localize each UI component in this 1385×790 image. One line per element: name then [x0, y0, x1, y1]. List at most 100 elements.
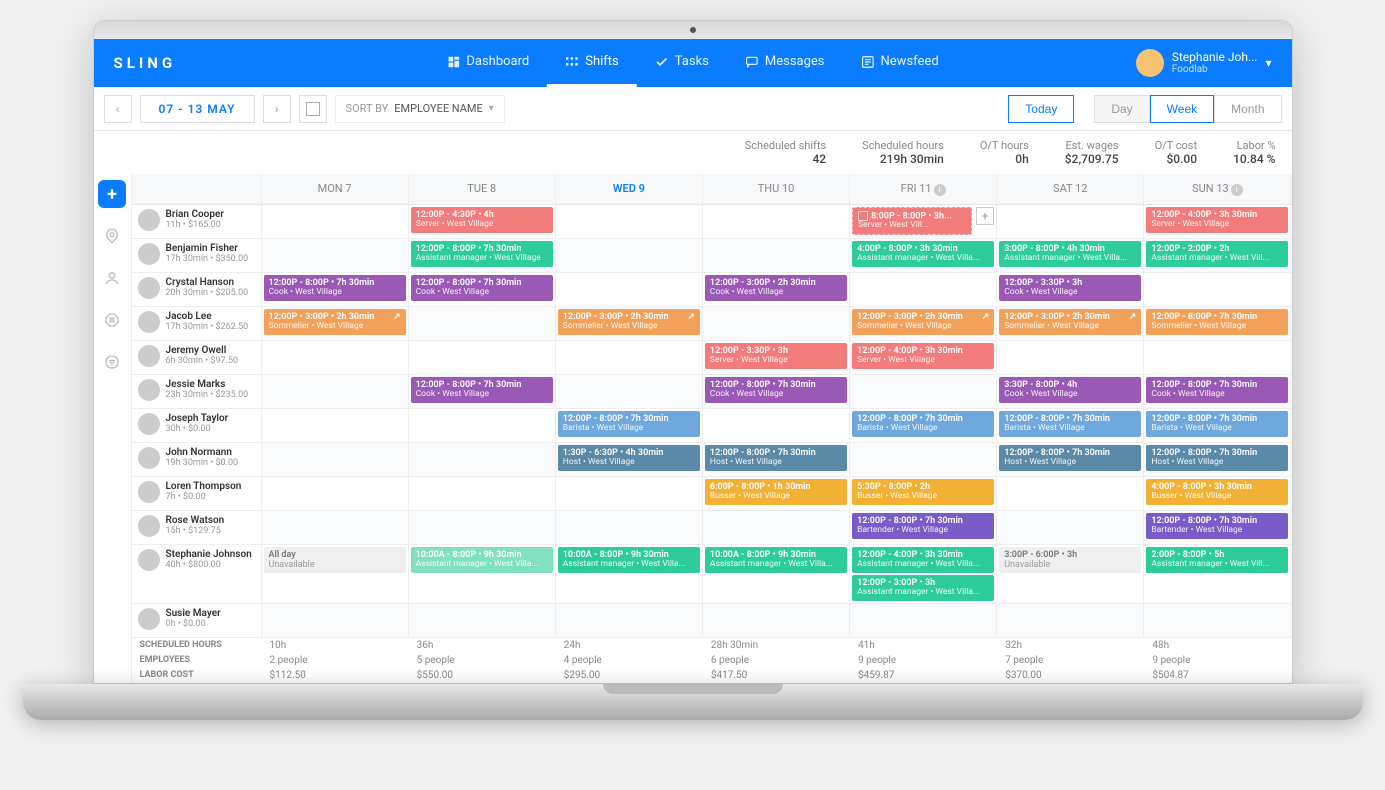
- shift-block[interactable]: 12:00P - 8:00P • 7h 30minCook • West Vil…: [1146, 377, 1288, 403]
- day-cell[interactable]: [556, 477, 703, 510]
- employee-cell[interactable]: John Normann19h 30min • $0.00: [132, 443, 262, 476]
- day-cell[interactable]: [262, 477, 409, 510]
- day-cell[interactable]: [556, 341, 703, 374]
- info-icon[interactable]: i: [934, 184, 946, 196]
- shift-block[interactable]: 12:00P - 8:00P • 7h 30minBarista • West …: [999, 411, 1141, 437]
- shift-block[interactable]: 12:00P - 8:00P • 7h 30minCook • West Vil…: [264, 275, 406, 301]
- shift-block[interactable]: 12:00P - 8:00P • 7h 30minCook • West Vil…: [705, 377, 847, 403]
- employee-cell[interactable]: Joseph Taylor30h • $0.00: [132, 409, 262, 442]
- shift-block[interactable]: 4:00P - 8:00P • 3h 30minAssistant manage…: [852, 241, 994, 267]
- day-cell[interactable]: [556, 604, 703, 637]
- shift-block[interactable]: 12:00P - 3:00P • 3hAssistant manager • W…: [852, 575, 994, 601]
- day-cell[interactable]: 12:00P - 4:00P • 3h 30minAssistant manag…: [850, 545, 997, 603]
- day-cell[interactable]: [262, 205, 409, 238]
- day-cell[interactable]: 5:30P - 8:00P • 2hBusser • West Village: [850, 477, 997, 510]
- shift-block[interactable]: 10:00A - 8:00P • 9h 30minAssistant manag…: [411, 547, 553, 573]
- day-cell[interactable]: 12:00P - 8:00P • 7h 30minCook • West Vil…: [1144, 375, 1291, 408]
- day-cell[interactable]: 6:00P - 8:00P • 1h 30minBusser • West Vi…: [703, 477, 850, 510]
- day-cell[interactable]: 10:00A - 8:00P • 9h 30minAssistant manag…: [703, 545, 850, 603]
- location-icon[interactable]: [98, 222, 126, 250]
- day-cell[interactable]: 3:30P - 8:00P • 4hCook • West Village: [997, 375, 1144, 408]
- day-cell[interactable]: 12:00P - 3:00P • 2h 30min ↗Sommelier • W…: [850, 307, 997, 340]
- day-cell[interactable]: 12:00P - 3:30P • 3hServer • West Village: [703, 341, 850, 374]
- day-cell[interactable]: 12:00P - 8:00P • 7h 30minCook • West Vil…: [703, 375, 850, 408]
- shift-block[interactable]: 12:00P - 2:00P • 2hAssistant manager • W…: [1146, 241, 1288, 267]
- day-cell[interactable]: 12:00P - 8:00P • 7h 30minSommelier • Wes…: [1144, 307, 1291, 340]
- employee-cell[interactable]: Benjamin Fisher17h 30min • $350.00: [132, 239, 262, 272]
- shift-block[interactable]: 12:00P - 8:00P • 7h 30minBarista • West …: [558, 411, 700, 437]
- shift-block[interactable]: 12:00P - 3:30P • 3hCook • West Village: [999, 275, 1141, 301]
- prev-week-button[interactable]: ‹: [104, 95, 132, 123]
- day-cell[interactable]: [850, 443, 997, 476]
- day-cell[interactable]: [703, 307, 850, 340]
- day-cell[interactable]: 12:00P - 8:00P • 7h 30minBarista • West …: [1144, 409, 1291, 442]
- day-cell[interactable]: [997, 205, 1144, 238]
- shift-block[interactable]: 12:00P - 8:00P • 7h 30minSommelier • Wes…: [1146, 309, 1288, 335]
- day-cell[interactable]: 12:00P - 3:00P • 2h 30min ↗Sommelier • W…: [556, 307, 703, 340]
- day-cell[interactable]: [262, 341, 409, 374]
- day-cell[interactable]: 1:30P - 6:30P • 4h 30minHost • West Vill…: [556, 443, 703, 476]
- day-cell[interactable]: 12:00P - 8:00P • 7h 30minCook • West Vil…: [409, 273, 556, 306]
- day-cell[interactable]: [703, 604, 850, 637]
- shift-block[interactable]: 12:00P - 8:00P • 7h 30minBarista • West …: [1146, 411, 1288, 437]
- nav-newsfeed[interactable]: Newsfeed: [843, 39, 957, 87]
- day-cell[interactable]: [556, 205, 703, 238]
- day-cell[interactable]: [850, 604, 997, 637]
- view-week-button[interactable]: Week: [1150, 95, 1214, 123]
- day-cell[interactable]: 12:00P - 8:00P • 7h 30minBartender • Wes…: [1144, 511, 1291, 544]
- day-cell[interactable]: [556, 239, 703, 272]
- day-cell[interactable]: [556, 511, 703, 544]
- next-week-button[interactable]: ›: [263, 95, 291, 123]
- day-cell[interactable]: [409, 409, 556, 442]
- day-cell[interactable]: 12:00P - 4:30P • 4hServer • West Village: [409, 205, 556, 238]
- nav-dashboard[interactable]: Dashboard: [428, 39, 547, 87]
- nav-shifts[interactable]: Shifts: [547, 39, 637, 87]
- day-cell[interactable]: [1144, 604, 1291, 637]
- employee-cell[interactable]: Susie Mayer0h • $0.00: [132, 604, 262, 637]
- day-cell[interactable]: [997, 511, 1144, 544]
- shift-block[interactable]: 3:00P - 8:00P • 4h 30minAssistant manage…: [999, 241, 1141, 267]
- day-cell[interactable]: [262, 239, 409, 272]
- day-cell[interactable]: [409, 604, 556, 637]
- day-cell[interactable]: 12:00P - 8:00P • 7h 30minHost • West Vil…: [1144, 443, 1291, 476]
- employee-cell[interactable]: Stephanie Johnson40h • $800.00: [132, 545, 262, 603]
- day-cell[interactable]: [262, 511, 409, 544]
- day-cell[interactable]: [997, 477, 1144, 510]
- sort-dropdown[interactable]: SORT BY EMPLOYEE NAME ▾: [335, 95, 505, 123]
- day-cell[interactable]: 12:00P - 4:00P • 3h 30minServer • West V…: [1144, 205, 1291, 238]
- day-cell[interactable]: [703, 205, 850, 238]
- shift-block[interactable]: 12:00P - 4:00P • 3h 30minServer • West V…: [1146, 207, 1288, 233]
- day-cell[interactable]: [850, 375, 997, 408]
- shift-block[interactable]: 12:00P - 4:00P • 3h 30minServer • West V…: [852, 343, 994, 369]
- day-cell[interactable]: [556, 375, 703, 408]
- shift-block[interactable]: 12:00P - 8:00P • 7h 30minBartender • Wes…: [852, 513, 994, 539]
- day-cell[interactable]: 3:00P - 8:00P • 4h 30minAssistant manage…: [997, 239, 1144, 272]
- day-cell[interactable]: 12:00P - 8:00P • 7h 30minHost • West Vil…: [703, 443, 850, 476]
- shift-block[interactable]: 12:00P - 3:30P • 3hServer • West Village: [705, 343, 847, 369]
- shift-block[interactable]: 8:00P - 8:00P • 3h...Server • West Vill.…: [852, 207, 972, 235]
- day-cell[interactable]: [409, 341, 556, 374]
- add-shift-button[interactable]: +: [976, 207, 994, 225]
- day-cell[interactable]: [703, 511, 850, 544]
- day-cell[interactable]: [262, 604, 409, 637]
- view-day-button[interactable]: Day: [1094, 95, 1149, 123]
- shift-block[interactable]: 12:00P - 4:00P • 3h 30minAssistant manag…: [852, 547, 994, 573]
- day-cell[interactable]: 12:00P - 8:00P • 7h 30minHost • West Vil…: [997, 443, 1144, 476]
- shift-block[interactable]: 12:00P - 8:00P • 7h 30minHost • West Vil…: [705, 445, 847, 471]
- shift-block[interactable]: 12:00P - 3:00P • 2h 30minCook • West Vil…: [705, 275, 847, 301]
- today-button[interactable]: Today: [1008, 95, 1074, 123]
- day-cell[interactable]: 12:00P - 3:30P • 3hCook • West Village: [997, 273, 1144, 306]
- shift-block[interactable]: 10:00A - 8:00P • 9h 30minAssistant manag…: [705, 547, 847, 573]
- day-cell[interactable]: [1144, 273, 1291, 306]
- shift-block[interactable]: 5:30P - 8:00P • 2hBusser • West Village: [852, 479, 994, 505]
- day-cell[interactable]: 12:00P - 4:00P • 3h 30minServer • West V…: [850, 341, 997, 374]
- day-cell[interactable]: [850, 273, 997, 306]
- nav-tasks[interactable]: Tasks: [637, 39, 727, 87]
- shift-block[interactable]: 12:00P - 3:00P • 2h 30min ↗Sommelier • W…: [999, 309, 1141, 335]
- day-cell[interactable]: [1144, 341, 1291, 374]
- employee-cell[interactable]: Jacob Lee17h 30min • $262.50: [132, 307, 262, 340]
- employee-cell[interactable]: Jessie Marks23h 30min • $235.00: [132, 375, 262, 408]
- nav-messages[interactable]: Messages: [727, 39, 843, 87]
- employee-cell[interactable]: Rose Watson15h • $129.75: [132, 511, 262, 544]
- day-cell[interactable]: 12:00P - 8:00P • 7h 30minCook • West Vil…: [262, 273, 409, 306]
